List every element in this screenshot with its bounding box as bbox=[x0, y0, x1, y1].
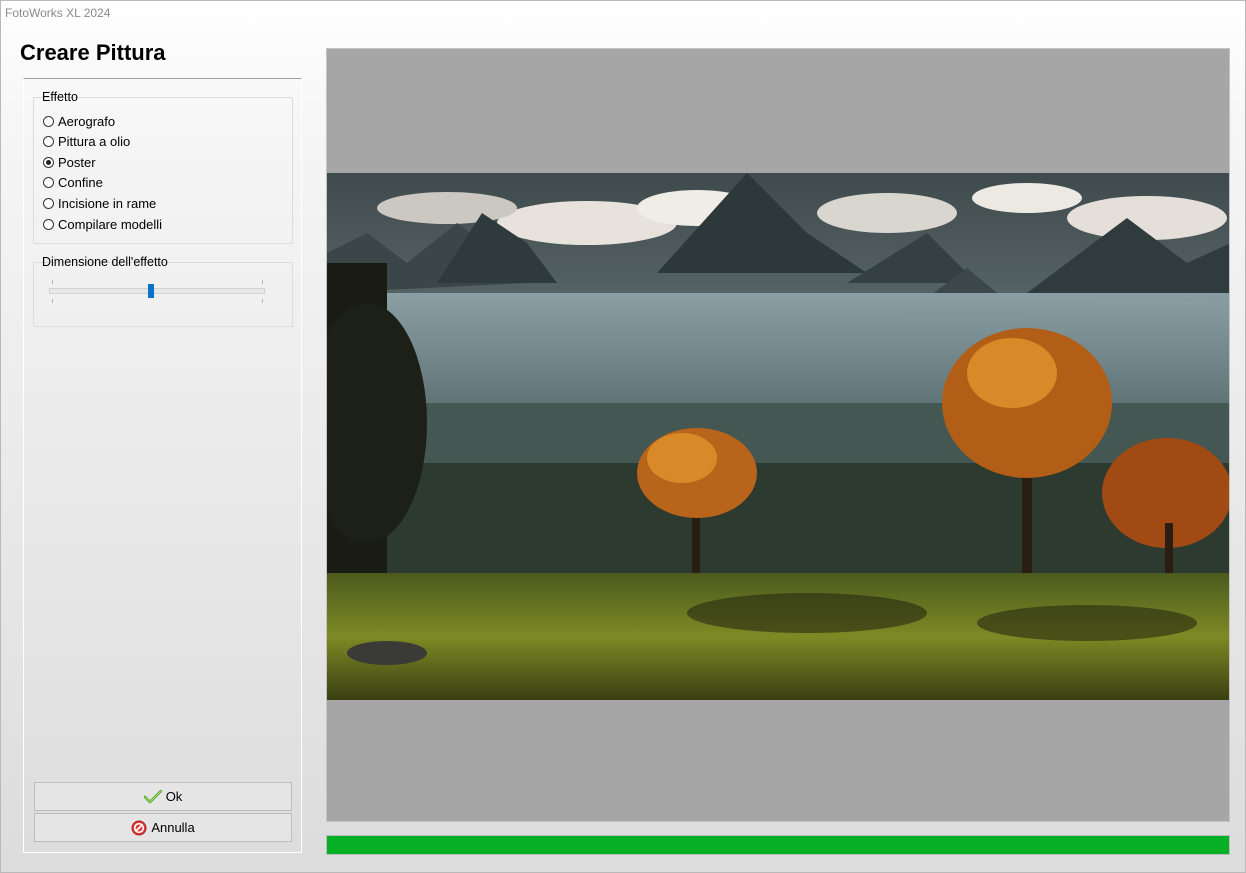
radio-button-icon[interactable] bbox=[43, 218, 54, 230]
cancel-icon bbox=[131, 820, 147, 835]
slider-tick bbox=[262, 299, 263, 303]
radio-incisione-in-rame[interactable]: Incisione in rame bbox=[43, 194, 156, 212]
checkmark-icon bbox=[143, 789, 162, 803]
effect-group: Effetto Aerografo Pittura a olio Poster … bbox=[33, 90, 293, 244]
radio-poster[interactable]: Poster bbox=[43, 153, 96, 171]
radio-label: Compilare modelli bbox=[58, 216, 163, 232]
radio-label: Incisione in rame bbox=[58, 195, 157, 211]
window-title: FotoWorks XL 2024 bbox=[5, 6, 111, 20]
radio-pittura-a-olio[interactable]: Pittura a olio bbox=[43, 132, 130, 150]
cancel-button[interactable]: Annulla bbox=[34, 813, 292, 842]
radio-compilare-modelli[interactable]: Compilare modelli bbox=[43, 215, 162, 233]
page-title: Creare Pittura bbox=[20, 40, 166, 65]
slider-tick bbox=[52, 280, 53, 284]
ok-button-label: Ok bbox=[165, 789, 183, 804]
progress-bar bbox=[326, 835, 1230, 855]
slider-tick bbox=[52, 299, 53, 303]
cancel-button-label: Annulla bbox=[151, 820, 195, 835]
radio-label: Pittura a olio bbox=[58, 133, 131, 149]
effect-size-group: Dimensione dell'effetto bbox=[33, 255, 293, 327]
radio-confine[interactable]: Confine bbox=[43, 173, 103, 191]
radio-button-icon[interactable] bbox=[43, 135, 54, 147]
radio-button-icon[interactable] bbox=[43, 197, 54, 209]
effect-group-legend: Effetto bbox=[42, 90, 78, 104]
radio-aerografo[interactable]: Aerografo bbox=[43, 112, 115, 130]
effect-size-legend: Dimensione dell'effetto bbox=[42, 255, 168, 269]
radio-label: Poster bbox=[58, 154, 96, 170]
radio-label: Aerografo bbox=[58, 113, 116, 129]
radio-label: Confine bbox=[58, 174, 103, 190]
progress-fill bbox=[327, 836, 1229, 854]
settings-panel: Effetto Aerografo Pittura a olio Poster … bbox=[23, 78, 302, 853]
image-preview bbox=[326, 48, 1230, 822]
radio-button-icon[interactable] bbox=[43, 115, 54, 127]
ok-button[interactable]: Ok bbox=[34, 782, 292, 811]
slider-tick bbox=[262, 280, 263, 284]
preview-photo bbox=[327, 173, 1229, 700]
effect-size-slider[interactable] bbox=[49, 288, 265, 294]
radio-button-icon[interactable] bbox=[43, 176, 54, 188]
app-window: FotoWorks XL 2024 Creare Pittura Effetto… bbox=[0, 0, 1246, 873]
radio-button-selected-icon[interactable] bbox=[43, 156, 54, 168]
slider-thumb[interactable] bbox=[147, 284, 154, 298]
